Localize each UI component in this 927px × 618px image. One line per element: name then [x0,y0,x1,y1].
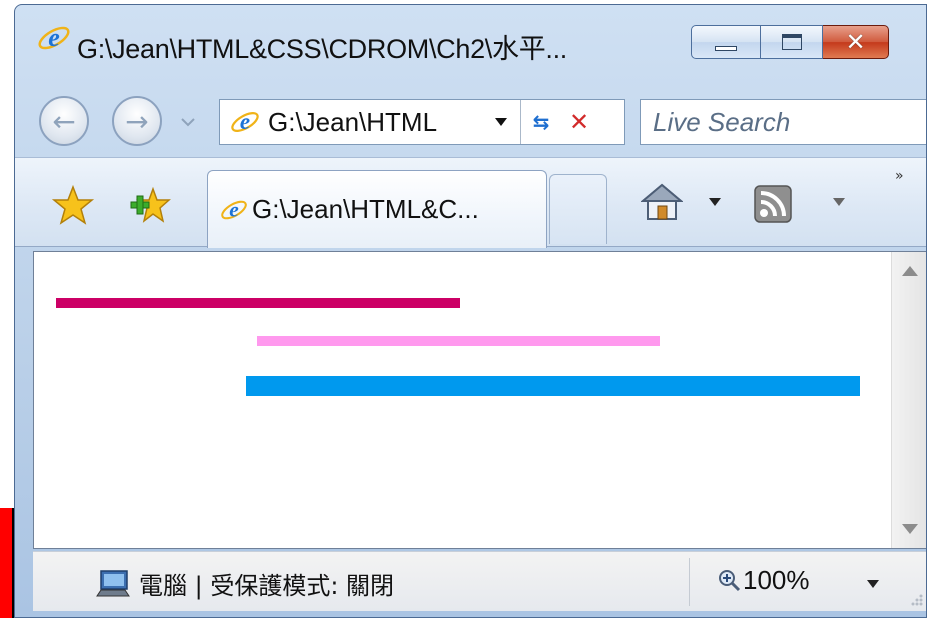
tab-label: G:\Jean\HTML&C... [252,194,479,224]
forward-button[interactable]: → [112,96,162,146]
chevron-down-icon [902,524,918,534]
minimize-icon [715,45,737,51]
address-input[interactable]: G:\Jean\HTML [268,107,478,138]
desktop-background [0,508,14,618]
rss-feed-icon [754,185,792,223]
search-box[interactable]: Live Search [640,99,926,145]
back-button[interactable]: ← [39,96,89,146]
svg-text:e: e [229,197,239,221]
horizontal-line-2 [257,336,660,346]
security-zone-status[interactable]: 電腦 | 受保護模式: 關閉 [139,566,394,601]
close-button[interactable]: ✕ [823,25,889,59]
chevron-down-icon [867,580,879,588]
status-divider [689,558,690,606]
minimize-button[interactable] [691,25,761,59]
zoom-dropdown[interactable] [867,580,879,588]
maximize-button[interactable] [761,25,823,59]
navigation-bar: ← → e G:\Jean\HTML ⇆ ✕ Live Search [15,87,926,157]
chevron-down-icon [833,198,845,206]
favorites-star-icon [51,184,95,225]
feeds-button[interactable] [753,184,793,224]
add-favorite-button[interactable] [127,184,171,228]
window-title: G:\Jean\HTML&CSS\CDROM\Ch2\水平... [77,34,568,64]
zoom-level[interactable]: 100% [743,565,810,596]
favorites-center-button[interactable] [51,184,95,228]
stop-icon: ✕ [568,108,590,136]
scroll-down-button[interactable] [902,524,918,534]
tab-bar: e G:\Jean\HTML&C... » [15,157,926,248]
status-bar: 電腦 | 受保護模式: 關閉 100% [33,551,926,611]
recent-pages-dropdown[interactable] [181,117,195,127]
resize-grip-icon[interactable] [908,591,924,607]
ie-logo-icon: e [37,21,71,55]
close-icon: ✕ [845,28,866,56]
svg-text:e: e [240,109,250,134]
scroll-up-button[interactable] [902,266,918,276]
horizontal-line-3 [246,376,860,396]
computer-zone-icon [95,568,131,598]
page-ie-icon: e [230,107,260,137]
stop-button[interactable]: ✕ [561,102,597,142]
title-bar[interactable]: e G:\Jean\HTML&CSS\CDROM\Ch2\水平... ✕ [15,5,926,87]
chevron-down-icon [181,118,195,127]
maximize-icon [781,34,802,50]
toolbar-overflow-button[interactable]: » [895,168,904,184]
screen: e G:\Jean\HTML&CSS\CDROM\Ch2\水平... ✕ ← → [0,0,927,618]
refresh-icon: ⇆ [532,110,550,134]
chevron-down-icon [709,198,721,206]
chevron-up-icon [902,266,918,276]
svg-text:e: e [48,23,60,52]
add-favorite-icon [130,186,171,223]
vertical-scrollbar[interactable] [891,252,926,548]
new-tab-button[interactable] [549,174,607,244]
back-arrow-icon: ← [52,104,76,138]
refresh-button[interactable]: ⇆ [521,102,561,142]
address-bar[interactable]: e G:\Jean\HTML ⇆ ✕ [219,99,625,145]
feeds-dropdown[interactable] [833,198,845,206]
tab-ie-icon: e [220,196,248,224]
horizontal-line-1 [56,298,460,308]
tab-current-page[interactable]: e G:\Jean\HTML&C... [207,170,547,248]
home-button[interactable] [641,182,683,222]
chevron-down-icon [495,118,507,126]
search-input[interactable]: Live Search [653,107,790,138]
window-controls: ✕ [691,25,889,59]
forward-arrow-icon: → [125,104,149,138]
zoom-magnifier-icon [717,568,741,592]
home-dropdown[interactable] [709,198,721,206]
browser-window: e G:\Jean\HTML&CSS\CDROM\Ch2\水平... ✕ ← → [14,4,927,618]
home-icon [641,183,683,220]
page-content [33,251,926,549]
address-dropdown[interactable] [494,117,508,127]
